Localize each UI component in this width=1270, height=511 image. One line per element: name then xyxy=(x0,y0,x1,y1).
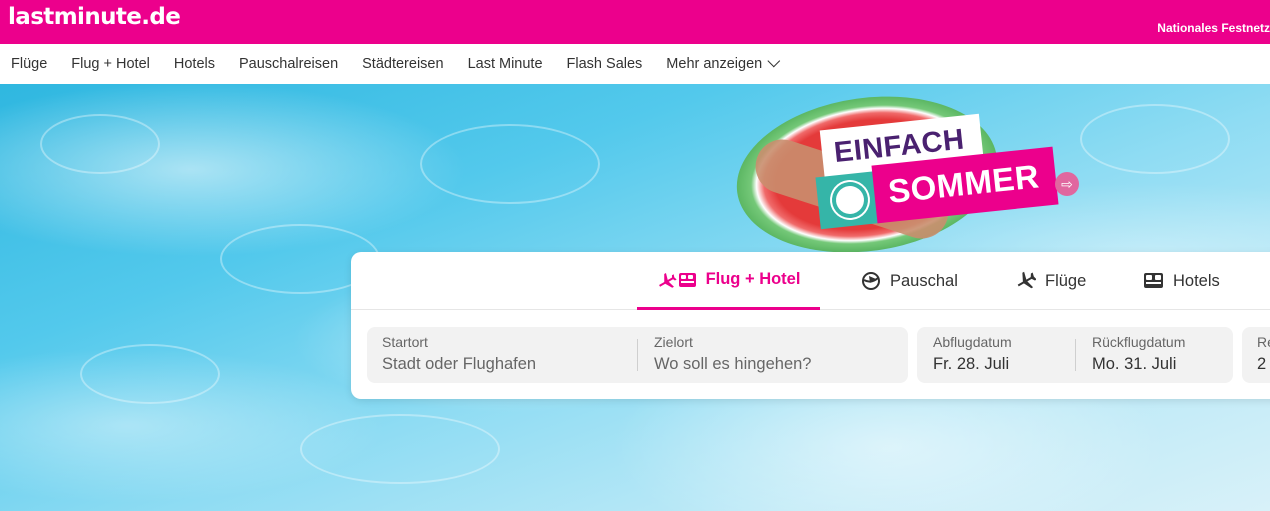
dates-field-group: Abflugdatum Fr. 28. Juli Rückflugdatum M… xyxy=(917,327,1233,383)
tab-label: Hotels xyxy=(1173,271,1220,290)
departure-label: Abflugdatum xyxy=(933,334,1012,350)
origin-field[interactable]: Startort Stadt oder Flughafen xyxy=(382,327,632,383)
water-ripple xyxy=(300,414,500,484)
destination-field[interactable]: Zielort Wo soll es hingehen? xyxy=(654,327,904,383)
water-ripple xyxy=(80,344,220,404)
return-date-field[interactable]: Rückflugdatum Mo. 31. Juli xyxy=(1092,327,1227,383)
chevron-down-icon xyxy=(767,54,781,67)
plane-icon xyxy=(1016,271,1036,291)
field-divider xyxy=(1075,339,1076,371)
tab-flug-hotel[interactable]: Flug + Hotel xyxy=(637,252,820,310)
plane-bed-icon xyxy=(657,270,697,290)
destination-label: Zielort xyxy=(654,334,693,350)
origin-label: Startort xyxy=(382,334,428,350)
phone-info[interactable]: Nationales Festnetz xyxy=(1157,21,1270,35)
bed-icon xyxy=(1143,272,1164,290)
search-tabs: Flug + Hotel Pauschal Flüge Hotels xyxy=(351,252,1270,310)
promo-line2: SOMMER xyxy=(886,157,1041,210)
water-ripple xyxy=(420,124,600,204)
logo[interactable]: lastminute.de xyxy=(8,4,181,30)
water-ripple xyxy=(40,114,160,174)
nav-item-fluege[interactable]: Flüge xyxy=(11,56,47,72)
nav-item-last-minute[interactable]: Last Minute xyxy=(468,56,543,72)
departure-date-field[interactable]: Abflugdatum Fr. 28. Juli xyxy=(933,327,1073,383)
tab-hotels[interactable]: Hotels xyxy=(1143,252,1220,310)
field-divider xyxy=(637,339,638,371)
nav-more-label: Mehr anzeigen xyxy=(666,56,763,72)
nav-item-staedtereisen[interactable]: Städtereisen xyxy=(362,56,443,72)
globe-plane-icon xyxy=(861,271,881,291)
travellers-value: 2 xyxy=(1257,355,1267,373)
return-value: Mo. 31. Juli xyxy=(1092,355,1177,373)
destination-placeholder: Wo soll es hingehen? xyxy=(654,355,812,373)
nav-item-flash-sales[interactable]: Flash Sales xyxy=(567,56,643,72)
arrow-right-icon[interactable]: ⇨ xyxy=(1055,172,1079,196)
return-label: Rückflugdatum xyxy=(1092,334,1186,350)
tab-fluege[interactable]: Flüge xyxy=(1016,252,1086,310)
nav-item-hotels[interactable]: Hotels xyxy=(174,56,215,72)
tab-label: Pauschal xyxy=(890,271,958,290)
travellers-label: Re xyxy=(1257,334,1270,350)
top-bar: lastminute.de Nationales Festnetz xyxy=(0,0,1270,44)
departure-value: Fr. 28. Juli xyxy=(933,355,1010,373)
tab-pauschal[interactable]: Pauschal xyxy=(861,252,958,310)
nav-item-pauschalreisen[interactable]: Pauschalreisen xyxy=(239,56,338,72)
nav-item-flug-hotel[interactable]: Flug + Hotel xyxy=(71,56,150,72)
route-field-group: Startort Stadt oder Flughafen Zielort Wo… xyxy=(367,327,908,383)
origin-placeholder: Stadt oder Flughafen xyxy=(382,355,537,373)
main-nav: Flüge Flug + Hotel Hotels Pauschalreisen… xyxy=(0,44,1270,84)
nav-more-button[interactable]: Mehr anzeigen xyxy=(666,54,781,72)
tab-label: Flüge xyxy=(1045,271,1087,290)
water-ripple xyxy=(1080,104,1230,174)
travellers-field[interactable]: Re 2 xyxy=(1257,327,1270,383)
travellers-field-group: Re 2 xyxy=(1242,327,1270,383)
tab-label: Flug + Hotel xyxy=(705,270,801,288)
search-card: Flug + Hotel Pauschal Flüge Hotels Start… xyxy=(351,252,1270,399)
